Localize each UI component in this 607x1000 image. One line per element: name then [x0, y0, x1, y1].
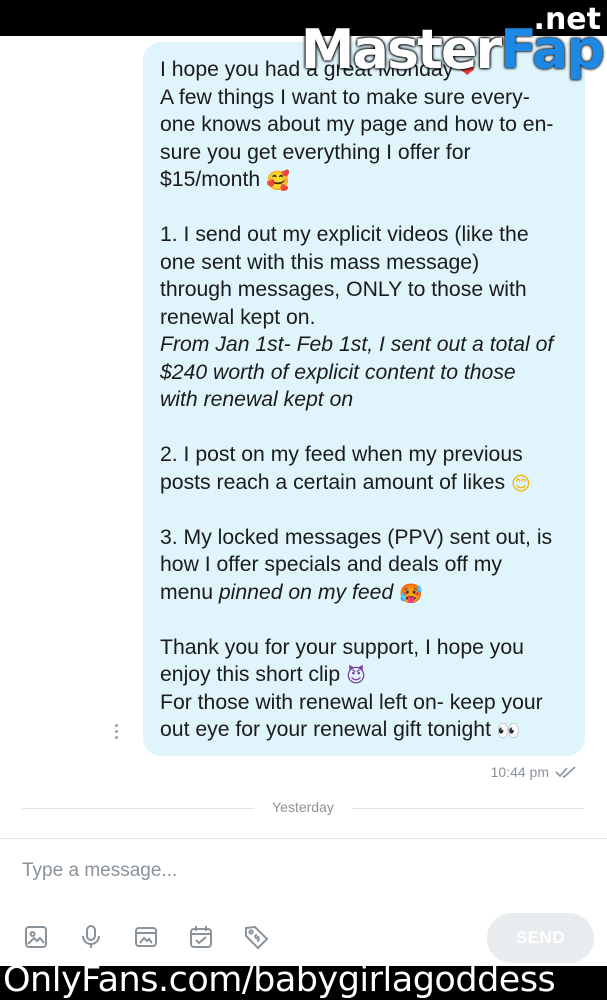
message-input[interactable] — [22, 856, 582, 886]
composer-divider — [0, 838, 607, 839]
message-meta: 10:44 pm — [491, 764, 577, 780]
devil-emoji: 😈 — [346, 665, 366, 687]
composer-toolbar — [22, 922, 270, 952]
footer-watermark-bar: OnlyFans.com/babygirlagoddess — [0, 966, 607, 1000]
image-icon[interactable] — [22, 922, 50, 952]
message-bubble: I hope you had a great Monday ❤ A few th… — [143, 42, 585, 756]
microphone-icon[interactable] — [77, 922, 105, 952]
divider-right — [352, 808, 584, 809]
calendar-icon[interactable] — [187, 922, 215, 952]
smile-emoji: 😊 — [510, 472, 531, 495]
message-time: 10:44 pm — [490, 764, 549, 780]
media-vault-icon[interactable] — [132, 922, 160, 952]
send-button[interactable]: SEND — [487, 913, 594, 963]
smiling-hearts-emoji: 🥰 — [266, 170, 290, 192]
watermark-logo: MasterFap — [300, 18, 605, 81]
message-options-icon[interactable] — [113, 724, 121, 742]
eyes-emoji: 👀 — [496, 720, 521, 742]
footer-watermark: OnlyFans.com/babygirlagoddess — [3, 966, 556, 1000]
hot-face-emoji: 🥵 — [399, 582, 423, 605]
divider-left — [22, 808, 254, 809]
site-watermark: .net MasterFap — [293, 2, 605, 81]
double-check-icon — [555, 766, 576, 779]
date-separator: Yesterday — [272, 799, 334, 815]
price-tag-icon[interactable] — [242, 922, 270, 952]
